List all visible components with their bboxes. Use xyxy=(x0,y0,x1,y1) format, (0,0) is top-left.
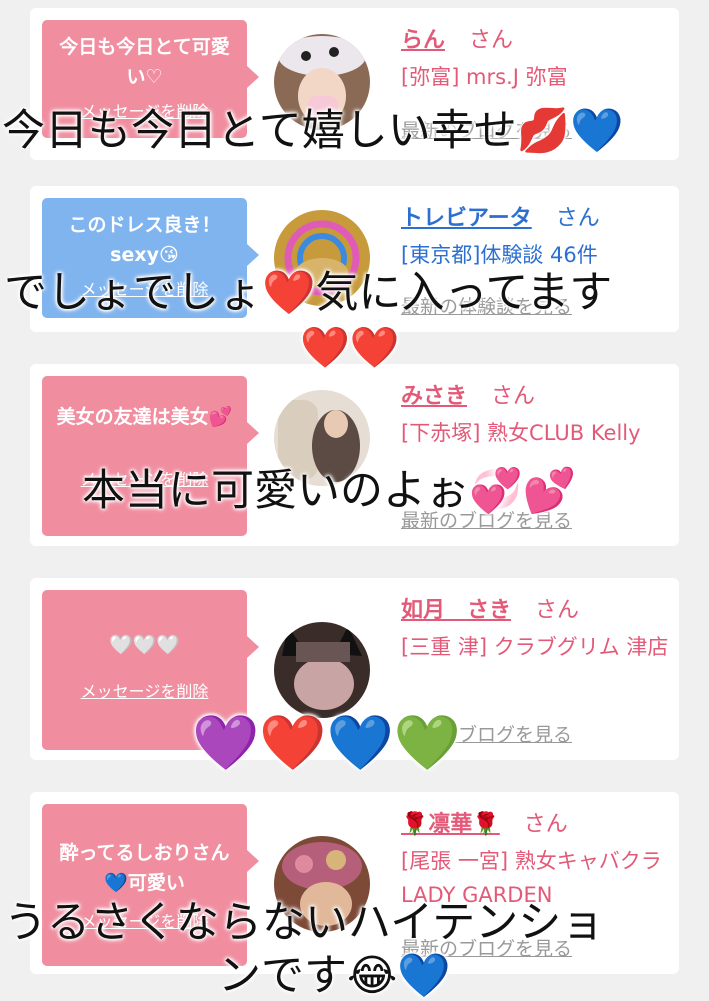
honorific: さん xyxy=(491,384,536,409)
message-text: 今日も今日とて可愛い♡ xyxy=(59,36,230,88)
shop-info: [三重 津] クラブグリム 津店 xyxy=(401,635,669,659)
overlay-caption-5b: ンです😂💙 xyxy=(218,951,451,1001)
heart-icon: ❤️ xyxy=(262,268,316,318)
user-name-row: 如月 さき さん xyxy=(401,592,579,624)
message-text: 🤍🤍🤍 xyxy=(109,634,180,656)
avatar[interactable] xyxy=(274,622,370,718)
message-card: 美女の友達は美女💕 メッセージを削除 みさき さん [下赤塚] 熟女CLUB Ke… xyxy=(30,364,679,546)
delete-message-link[interactable]: メッセージを削除 xyxy=(52,678,237,702)
overlay-caption-4: 💜❤️💙💚 xyxy=(192,711,461,774)
overlay-caption-2-hearts: ❤️❤️ xyxy=(300,325,400,371)
user-name-row: らん さん xyxy=(401,22,513,54)
user-name[interactable]: みさき xyxy=(401,384,467,409)
user-name[interactable]: トレビアータ xyxy=(401,206,532,231)
honorific: さん xyxy=(469,28,514,53)
overlay-caption-1: 今日も今日とて嬉しい幸せ💋💙 xyxy=(2,106,624,156)
user-name-row: みさき さん xyxy=(401,378,535,410)
honorific: さん xyxy=(535,598,580,623)
overlay-caption-2-text-b: 気に入ってます xyxy=(315,268,613,318)
overlay-caption-3: 本当に可愛いのよぉ💞💕 xyxy=(82,466,577,516)
shop-info: [弥富] mrs.J 弥富 xyxy=(401,65,568,89)
overlay-caption-2-text-a: でしょでしょ xyxy=(4,268,262,318)
overlay-caption-5a: うるさくならないハイテンショ xyxy=(4,898,605,948)
message-text: このドレス良き！sexy😘 xyxy=(68,214,221,266)
shop-info: [東京都]体験談 46件 xyxy=(401,243,598,267)
honorific: さん xyxy=(555,206,600,231)
message-text: 酔ってるしおりさん💙可愛い xyxy=(59,842,230,894)
shop-info: [下赤塚] 熟女CLUB Kelly xyxy=(401,421,641,445)
user-name[interactable]: 🌹凛華🌹 xyxy=(401,812,500,837)
user-name-row: 🌹凛華🌹 さん xyxy=(401,806,568,838)
user-name[interactable]: 如月 さき xyxy=(401,598,511,623)
honorific: さん xyxy=(523,812,568,837)
user-name-row: トレビアータ さん xyxy=(401,200,600,232)
user-name[interactable]: らん xyxy=(401,28,445,53)
overlay-caption-2: でしょでしょ❤️気に入ってます xyxy=(4,272,612,315)
message-text: 美女の友達は美女💕 xyxy=(56,406,233,428)
